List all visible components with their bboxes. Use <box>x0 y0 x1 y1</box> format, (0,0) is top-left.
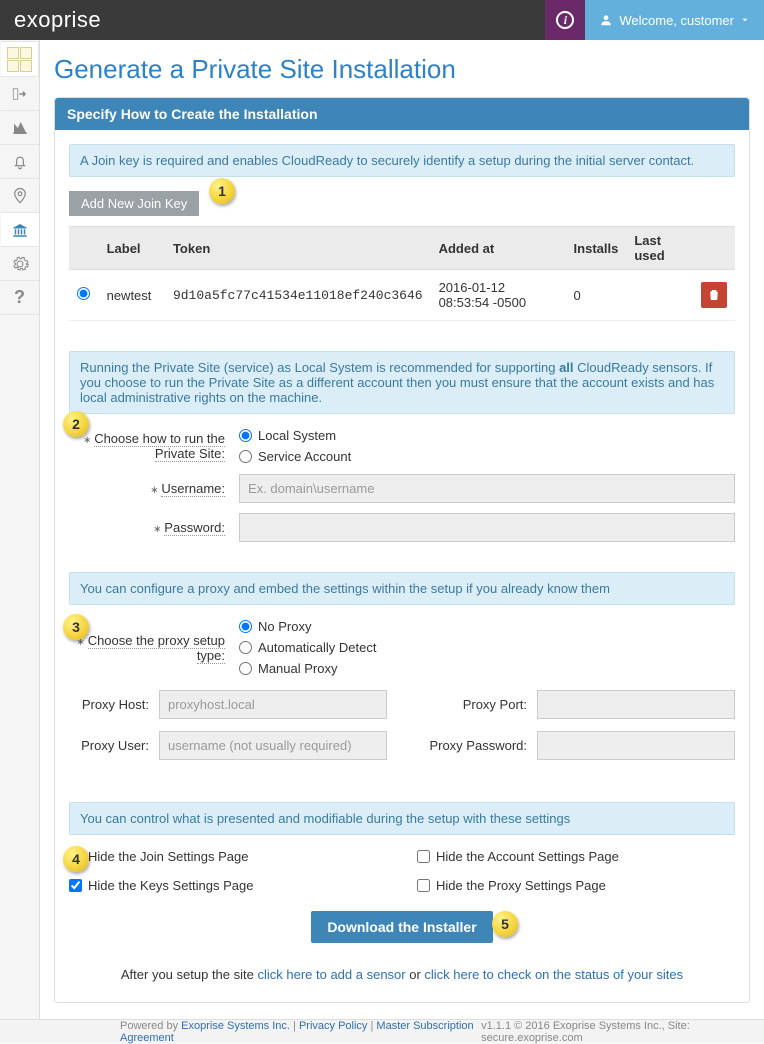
delete-join-key-button[interactable] <box>701 282 727 308</box>
col-token: Token <box>165 227 431 270</box>
proxy-host-input[interactable] <box>159 690 387 719</box>
main-content: Generate a Private Site Installation Spe… <box>40 40 764 1019</box>
welcome-text: Welcome, customer <box>619 13 734 28</box>
user-menu[interactable]: Welcome, customer <box>585 0 764 40</box>
radio-service-account[interactable]: Service Account <box>239 449 351 464</box>
label-runas: Choose how to run the Private Site: <box>69 431 239 461</box>
after-setup-text: After you setup the site click here to a… <box>69 967 735 982</box>
footer: Powered by Exoprise Systems Inc. | Priva… <box>0 1019 764 1043</box>
user-icon <box>599 13 613 27</box>
footer-privacy-link[interactable]: Privacy Policy <box>299 1020 367 1032</box>
radio-manual-proxy[interactable]: Manual Proxy <box>239 661 377 676</box>
brand-logo: exoprise <box>0 7 101 33</box>
cell-lastused <box>626 270 693 321</box>
lbl-hide-proxy: Hide the Proxy Settings Page <box>436 878 606 893</box>
gear-icon <box>11 255 29 273</box>
institution-icon <box>11 221 29 239</box>
password-input[interactable] <box>239 513 735 542</box>
cell-added: 2016-01-12 08:53:54 -0500 <box>431 270 566 321</box>
info-joinkey: A Join key is required and enables Cloud… <box>69 144 735 177</box>
info-runas: Running the Private Site (service) as Lo… <box>69 351 735 414</box>
chevron-down-icon <box>740 15 750 25</box>
table-row: newtest 9d10a5fc77c41534e11018ef240c3646… <box>69 270 735 321</box>
main-panel: Specify How to Create the Installation A… <box>54 97 750 1003</box>
label-proxyuser: Proxy User: <box>69 738 159 753</box>
grid-icon <box>7 47 32 72</box>
callout-2: 2 <box>63 411 89 437</box>
location-icon <box>11 187 29 205</box>
download-installer-button[interactable]: Download the Installer <box>311 911 492 943</box>
sidebar-item-help[interactable]: ? <box>1 281 39 315</box>
sidebar-item-organization[interactable] <box>1 213 39 247</box>
radio-auto-detect[interactable]: Automatically Detect <box>239 640 377 655</box>
label-proxyhost: Proxy Host: <box>69 697 159 712</box>
callout-5: 5 <box>492 911 518 937</box>
proxy-password-input[interactable] <box>537 731 735 760</box>
col-label: Label <box>99 227 165 270</box>
page-title: Generate a Private Site Installation <box>54 54 750 85</box>
join-key-table: Label Token Added at Installs Last used … <box>69 226 735 321</box>
trash-icon <box>707 288 721 302</box>
chk-hide-proxy[interactable] <box>417 879 430 892</box>
info-button[interactable]: i <box>545 0 585 40</box>
panel-header: Specify How to Create the Installation <box>55 98 749 130</box>
sidebar-item-reports[interactable] <box>1 111 39 145</box>
radio-no-proxy[interactable]: No Proxy <box>239 619 377 634</box>
label-username: Username: <box>69 481 239 496</box>
callout-3: 3 <box>63 614 89 640</box>
callout-1: 1 <box>209 178 235 204</box>
callout-4: 4 <box>63 846 89 872</box>
info-hide: You can control what is presented and mo… <box>69 802 735 835</box>
lbl-hide-keys: Hide the Keys Settings Page <box>88 878 254 893</box>
topbar: exoprise i Welcome, customer <box>0 0 764 40</box>
radio-local-system[interactable]: Local System <box>239 428 351 443</box>
username-input[interactable] <box>239 474 735 503</box>
arrow-right-icon <box>11 85 29 103</box>
lbl-hide-account: Hide the Account Settings Page <box>436 849 619 864</box>
col-lastused: Last used <box>626 227 693 270</box>
footer-version: v1.1.1 © 2016 Exoprise Systems Inc., Sit… <box>481 1020 754 1044</box>
label-proxypass: Proxy Password: <box>417 738 537 754</box>
bell-icon <box>11 153 29 171</box>
info-icon: i <box>556 11 574 29</box>
chart-icon <box>11 119 29 137</box>
link-add-sensor[interactable]: click here to add a sensor <box>257 967 405 982</box>
info-proxy: You can configure a proxy and embed the … <box>69 572 735 605</box>
chk-hide-account[interactable] <box>417 850 430 863</box>
question-icon: ? <box>14 287 25 308</box>
link-site-status[interactable]: click here to check on the status of you… <box>424 967 683 982</box>
col-installs: Installs <box>566 227 627 270</box>
lbl-hide-join: Hide the Join Settings Page <box>88 849 248 864</box>
add-join-key-button[interactable]: Add New Join Key <box>69 191 199 216</box>
sidebar-item-dashboard[interactable] <box>1 41 39 77</box>
sidebar-item-alarms[interactable] <box>1 145 39 179</box>
sidebar: ? <box>0 40 40 1019</box>
sidebar-item-export[interactable] <box>1 77 39 111</box>
label-proxyport: Proxy Port: <box>417 697 537 712</box>
proxy-user-input[interactable] <box>159 731 387 760</box>
cell-installs: 0 <box>566 270 627 321</box>
cell-label: newtest <box>99 270 165 321</box>
label-password: Password: <box>69 520 239 535</box>
sidebar-item-settings[interactable] <box>1 247 39 281</box>
label-proxytype: Choose the proxy setup type: <box>69 633 239 663</box>
col-added: Added at <box>431 227 566 270</box>
proxy-port-input[interactable] <box>537 690 735 719</box>
sidebar-item-sites[interactable] <box>1 179 39 213</box>
cell-token: 9d10a5fc77c41534e11018ef240c3646 <box>165 270 431 321</box>
chk-hide-keys[interactable] <box>69 879 82 892</box>
footer-company-link[interactable]: Exoprise Systems Inc. <box>181 1020 290 1032</box>
join-row-radio[interactable] <box>77 287 90 300</box>
